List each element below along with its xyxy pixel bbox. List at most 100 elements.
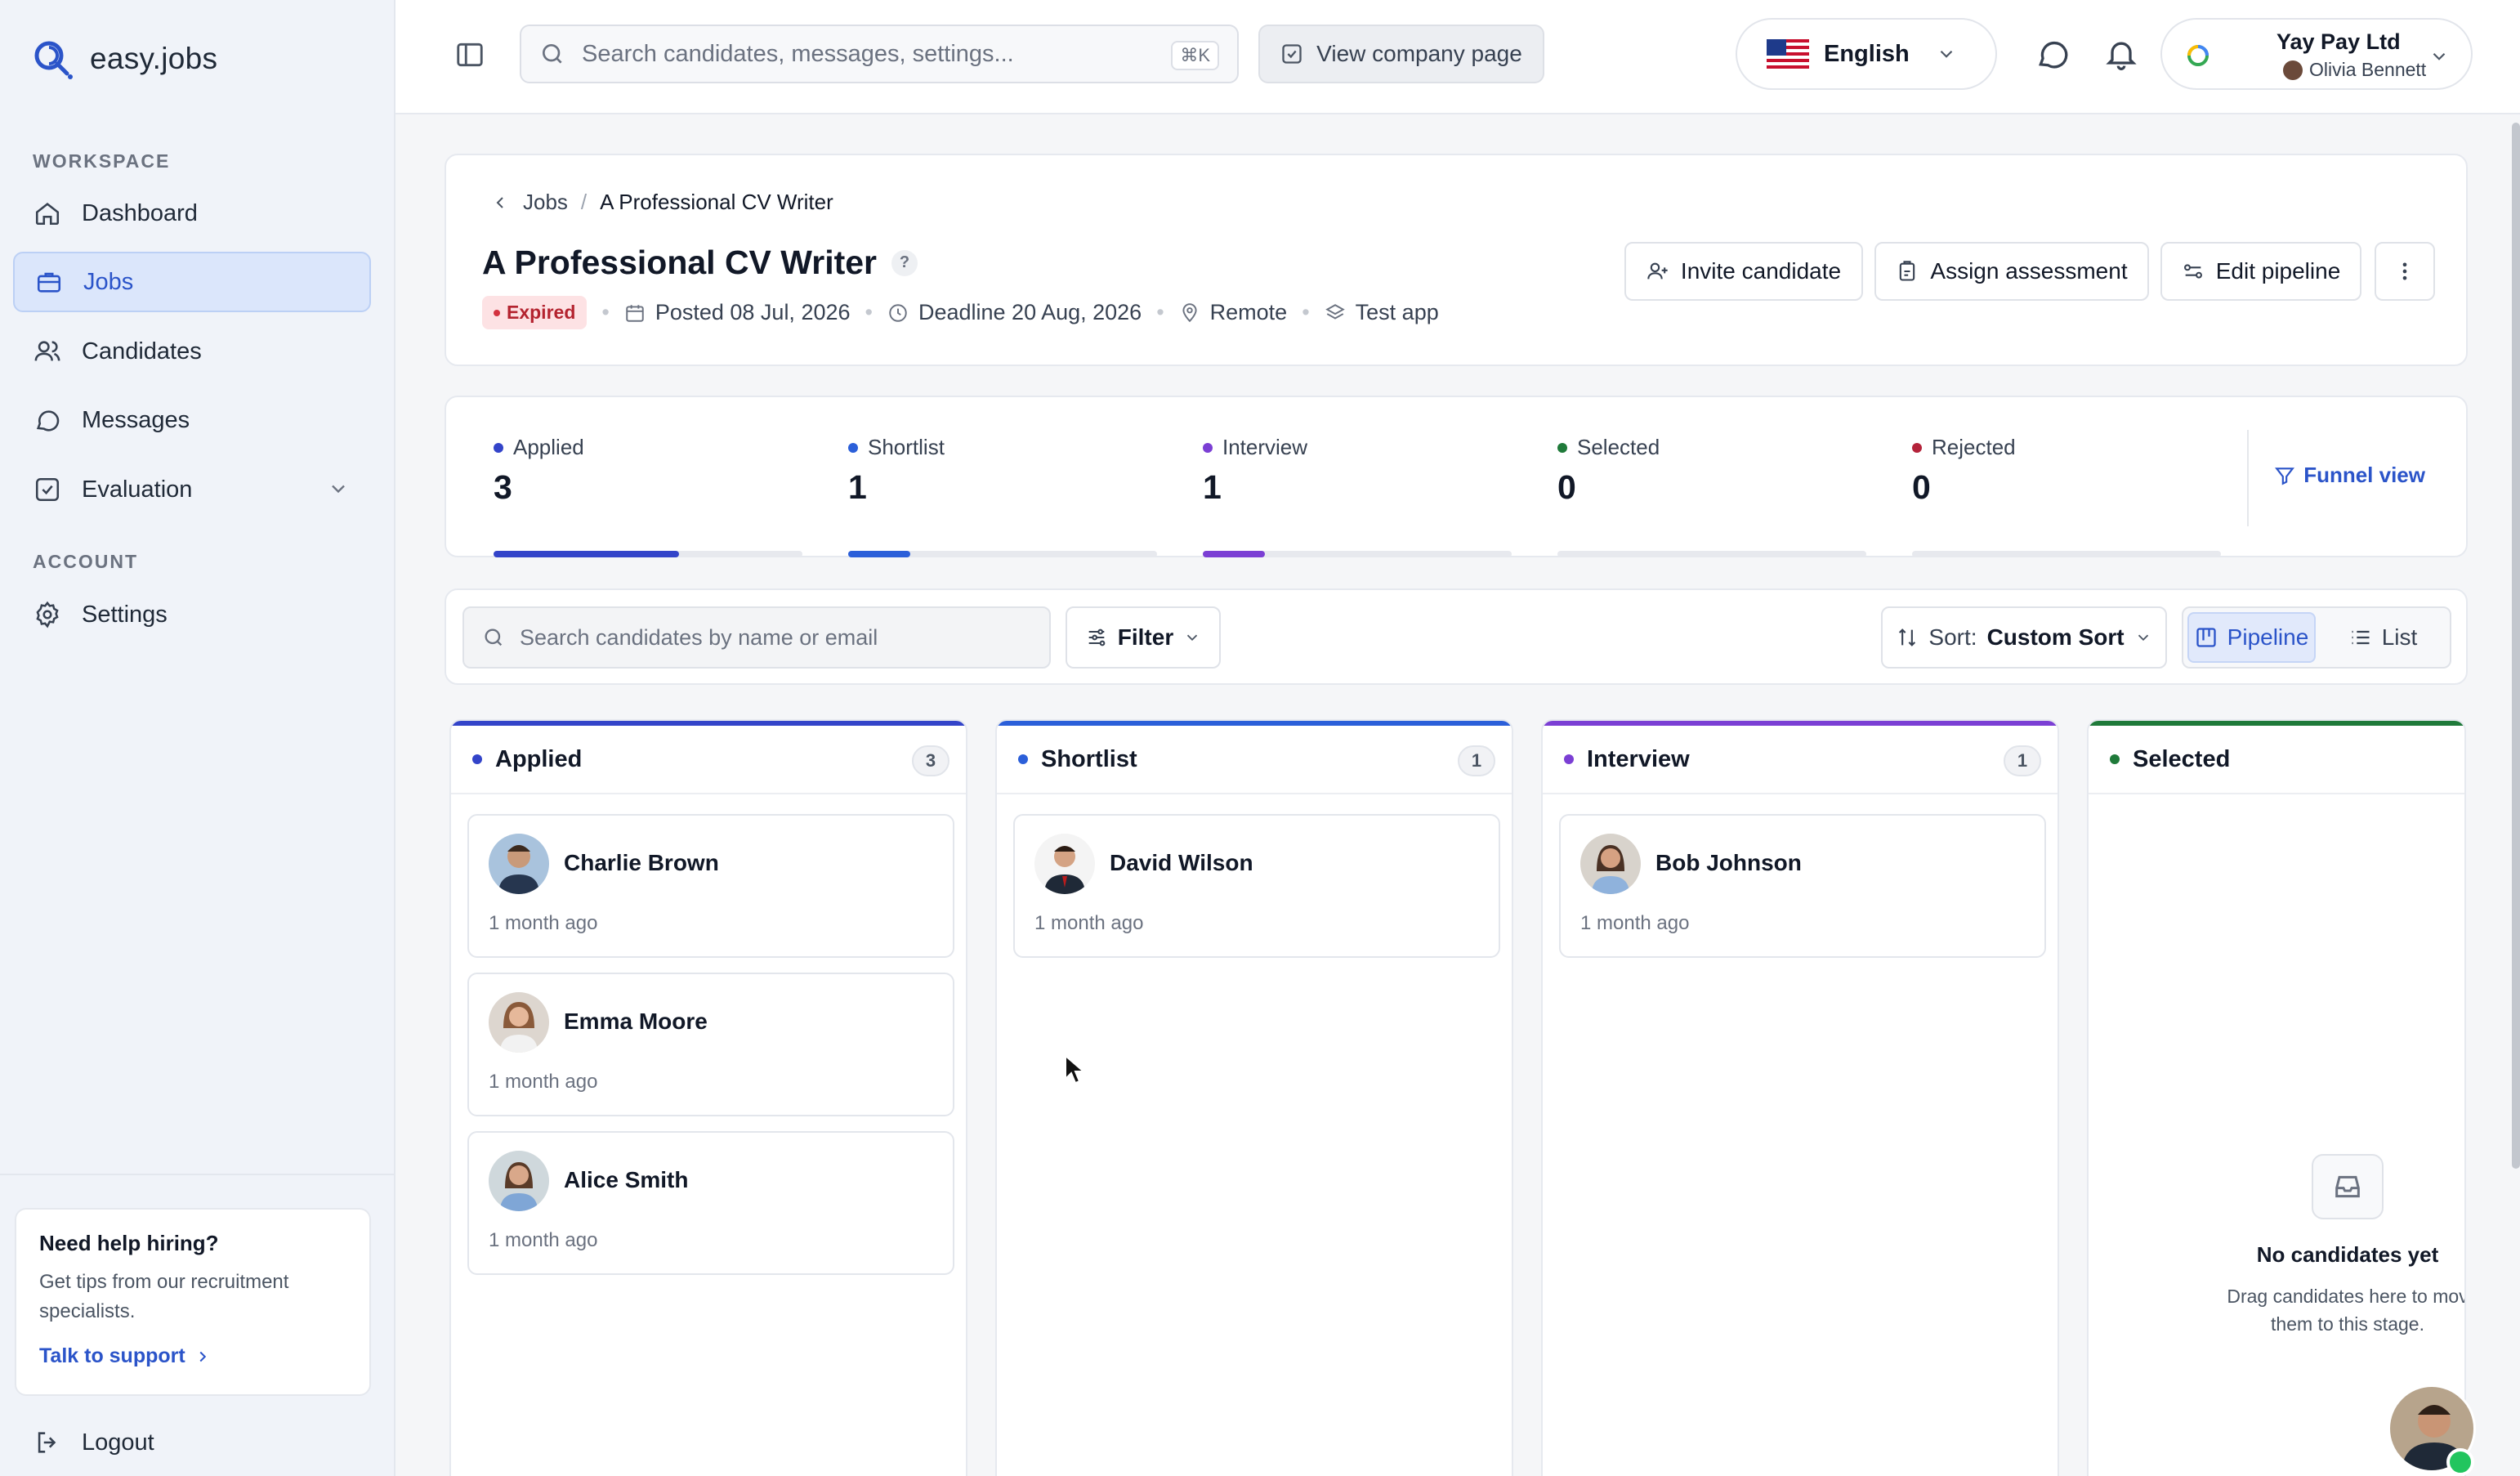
sidebar-item-dashboard[interactable]: Dashboard [13,183,371,244]
layers-icon [1325,303,1345,320]
edit-pipeline-button[interactable]: Edit pipeline [2160,242,2361,301]
sidebar-item-evaluation[interactable]: Evaluation [13,459,371,520]
candidate-time: 1 month ago [489,1229,598,1251]
account-menu[interactable]: Yay Pay Ltd Olivia Bennett [2160,18,2473,90]
meta-separator: • [1302,300,1310,324]
candidate-time: 1 month ago [489,912,598,934]
stat-bar [848,551,1157,557]
candidate-card[interactable]: Bob Johnson 1 month ago [1559,814,2046,958]
column-dot [1564,754,1574,764]
candidate-card[interactable]: David Wilson 1 month ago [1013,814,1500,958]
company-name: Yay Pay Ltd [2276,29,2401,54]
sidebar-toggle-icon[interactable] [454,39,485,70]
list-icon [2352,630,2370,645]
sidebar-item-label: Evaluation [82,476,193,503]
workspace-label: WORKSPACE [33,150,171,172]
avatar [1034,834,1095,894]
sidebar-item-messages[interactable]: Messages [13,390,371,450]
stat-bar-fill [494,551,679,557]
page-scrollbar[interactable] [2512,123,2520,1169]
app-name: easy.jobs [90,42,218,75]
candidate-card[interactable]: Charlie Brown 1 month ago [467,814,954,958]
list-view-button[interactable]: List [2321,612,2446,663]
stats-divider [2247,430,2249,526]
column-dot [2110,754,2120,764]
candidate-card[interactable]: Alice Smith 1 month ago [467,1131,954,1275]
stat-bar [494,551,802,557]
empty-state-line-2: them to this stage. [2271,1313,2424,1335]
sort-label: Sort: [1928,624,1977,650]
stat-dot [494,442,503,453]
column-header: Selected [2089,726,2464,794]
pipeline-view-button[interactable]: Pipeline [2187,612,2316,663]
help-icon[interactable]: ? [891,249,918,276]
sidebar-item-label: Settings [82,601,168,628]
bell-icon[interactable] [2103,36,2139,72]
posted-label: Posted 08 Jul, 2026 [655,300,851,324]
mouse-cursor-icon [1065,1054,1085,1085]
page-title: A Professional CV Writer [482,244,878,281]
column-count: 3 [912,745,949,776]
user-plus-icon [1647,262,1668,280]
sidebar-item-candidates[interactable]: Candidates [13,321,371,382]
column-title: Shortlist [1041,745,1137,772]
candidate-search-placeholder: Search candidates by name or email [520,624,878,650]
column-title: Interview [1587,745,1690,772]
breadcrumb-current: A Professional CV Writer [600,190,833,214]
stat-label: Interview [1222,435,1308,459]
invite-label: Invite candidate [1680,258,1842,284]
logout-button[interactable]: Logout [13,1412,371,1473]
candidate-card[interactable]: Emma Moore 1 month ago [467,973,954,1116]
messages-icon[interactable] [2035,36,2071,72]
search-placeholder: Search candidates, messages, settings... [582,40,1014,67]
sidebar-item-settings[interactable]: Settings [13,584,371,645]
filter-button[interactable]: Filter [1066,606,1221,669]
chevron-down-icon [2433,52,2446,60]
empty-state-line-1: Drag candidates here to mov [2227,1286,2466,1307]
chevron-right-icon [199,1351,206,1362]
funnel-view-button[interactable]: Funnel view [2274,463,2425,488]
sort-dropdown[interactable]: Sort: Custom Sort [1881,606,2167,669]
avatar [489,1151,549,1211]
logout-label: Logout [82,1429,154,1456]
assess-label: Assign assessment [1930,258,2128,284]
stat-applied: Applied 3 [494,435,802,557]
sidebar-item-label: Jobs [83,268,134,295]
filter-funnel-icon [2275,467,2295,485]
pipeline-label: Pipeline [2227,624,2309,650]
sort-icon [1899,628,1916,646]
status-badge: Expired [482,296,588,329]
avatar [489,992,549,1053]
clock-icon [889,303,907,322]
inbox-icon [2312,1154,2384,1219]
stat-label: Rejected [1932,435,2016,459]
top-bar: Search candidates, messages, settings...… [395,0,2520,114]
column-count: 1 [1458,745,1495,776]
sliders-icon [1088,628,1106,646]
column-dot [472,754,482,764]
more-options-button[interactable] [2375,242,2435,301]
logo-icon [34,41,73,79]
sidebar-item-label: Messages [82,406,190,433]
candidate-name: Alice Smith [564,1167,689,1192]
candidate-search-input[interactable]: Search candidates by name or email [462,606,1051,669]
sidebar-item-jobs[interactable]: Jobs [13,252,371,312]
chevron-left-icon[interactable] [490,193,510,212]
view-company-page-button[interactable]: View company page [1258,25,1544,83]
assign-assessment-button[interactable]: Assign assessment [1874,242,2149,301]
job-app: Test app [1325,300,1439,325]
app-logo[interactable]: easy.jobs [29,36,217,82]
meta-separator: • [1156,300,1164,324]
invite-candidate-button[interactable]: Invite candidate [1624,242,1863,301]
global-search-input[interactable]: Search candidates, messages, settings...… [520,25,1239,83]
breadcrumb-jobs[interactable]: Jobs [523,190,568,215]
chevron-down-icon[interactable] [327,477,350,500]
chevron-down-icon [1187,634,1198,642]
candidate-name: David Wilson [1110,850,1253,875]
talk-to-support-link[interactable]: Talk to support [39,1344,346,1368]
deadline-date: Deadline 20 Aug, 2026 [887,300,1142,325]
language-selector[interactable]: English [1736,18,1997,90]
online-status-indicator [2446,1448,2474,1476]
funnel-view-label: Funnel view [2303,463,2425,487]
briefcase-icon [34,267,64,297]
